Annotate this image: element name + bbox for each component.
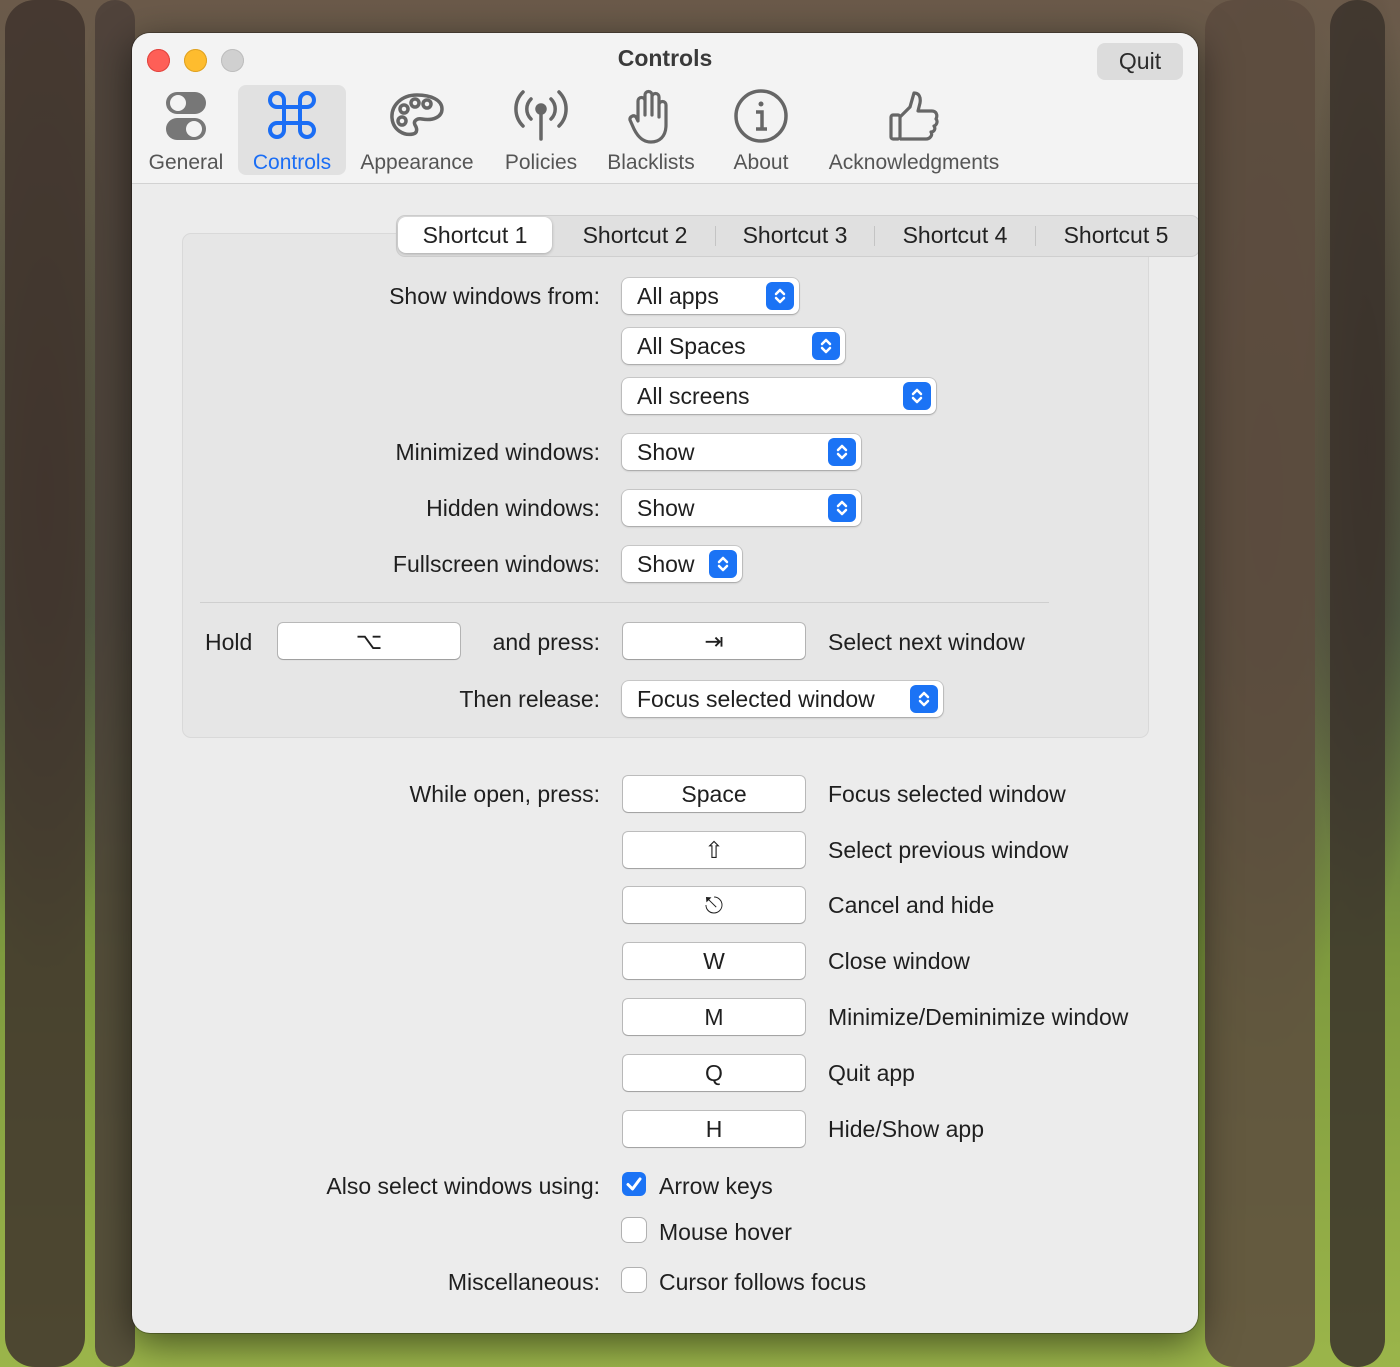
action-label: Minimize/Deminimize window bbox=[828, 1004, 1129, 1030]
background-trunk bbox=[1205, 0, 1315, 1367]
key-shift-field[interactable]: ⇧ bbox=[623, 832, 805, 868]
apps-popup-value: All apps bbox=[637, 283, 719, 309]
tab-shortcut-5[interactable]: Shortcut 5 bbox=[1037, 216, 1195, 256]
hand-icon bbox=[600, 87, 702, 145]
toolbar-blacklists[interactable]: Blacklists bbox=[600, 85, 702, 175]
toolbar-general-label: General bbox=[148, 151, 224, 174]
minimized-windows-value: Show bbox=[637, 439, 695, 465]
toolbar-policies-label: Policies bbox=[504, 151, 578, 174]
quit-button[interactable]: Quit bbox=[1097, 43, 1183, 80]
tab-shortcut-1[interactable]: Shortcut 1 bbox=[398, 217, 552, 253]
preferences-window: Controls Quit General Controls Appearanc… bbox=[132, 33, 1198, 1333]
background-trunk bbox=[95, 0, 135, 1367]
mouse-hover-label: Mouse hover bbox=[659, 1219, 792, 1245]
miscellaneous-label: Miscellaneous: bbox=[447, 1269, 600, 1295]
key-escape-field[interactable]: ⎋ bbox=[623, 887, 805, 923]
also-select-label: Also select windows using: bbox=[326, 1173, 600, 1199]
fullscreen-windows-value: Show bbox=[637, 551, 695, 577]
checkmark-icon bbox=[626, 1177, 642, 1191]
key-q-field[interactable]: Q bbox=[623, 1055, 805, 1091]
tab-shortcut-3[interactable]: Shortcut 3 bbox=[717, 216, 873, 256]
hidden-windows-value: Show bbox=[637, 495, 695, 521]
background-trunk bbox=[1330, 0, 1385, 1367]
toolbar-blacklists-label: Blacklists bbox=[607, 151, 695, 174]
window-title: Controls bbox=[617, 45, 713, 71]
command-icon bbox=[238, 87, 346, 145]
action-label: Focus selected window bbox=[828, 781, 1066, 807]
toggle-icon bbox=[142, 87, 230, 145]
tab-shortcut-2[interactable]: Shortcut 2 bbox=[557, 216, 713, 256]
while-open-label: While open, press: bbox=[409, 781, 600, 807]
screens-popup[interactable]: All screens bbox=[622, 378, 936, 414]
arrow-keys-checkbox[interactable] bbox=[622, 1172, 646, 1196]
minimized-windows-label: Minimized windows: bbox=[395, 439, 600, 465]
spaces-popup-value: All Spaces bbox=[637, 333, 746, 359]
background-trunk bbox=[5, 0, 85, 1367]
toolbar-policies[interactable]: Policies bbox=[496, 85, 586, 175]
tab-divider bbox=[1035, 226, 1036, 246]
fullscreen-windows-label: Fullscreen windows: bbox=[392, 551, 600, 577]
action-label: Quit app bbox=[828, 1060, 915, 1086]
then-release-popup[interactable]: Focus selected window bbox=[622, 681, 943, 717]
select-next-window-label: Select next window bbox=[828, 629, 1025, 655]
tab-shortcut-4[interactable]: Shortcut 4 bbox=[876, 216, 1034, 256]
hidden-windows-label: Hidden windows: bbox=[426, 495, 600, 521]
titlebar: Controls Quit General Controls Appearanc… bbox=[132, 33, 1198, 184]
toolbar-appearance[interactable]: Appearance bbox=[354, 85, 480, 175]
toolbar-about-label: About bbox=[733, 151, 789, 174]
minimized-windows-popup[interactable]: Show bbox=[622, 434, 861, 470]
key-space-field[interactable]: Space bbox=[623, 776, 805, 812]
screens-popup-value: All screens bbox=[637, 383, 750, 409]
chevron-up-down-icon bbox=[828, 438, 856, 466]
toolbar-about[interactable]: About bbox=[722, 85, 800, 175]
chevron-up-down-icon bbox=[903, 382, 931, 410]
key-w-field[interactable]: W bbox=[623, 943, 805, 979]
action-label: Cancel and hide bbox=[828, 892, 995, 918]
chevron-up-down-icon bbox=[910, 685, 938, 713]
key-h-field[interactable]: H bbox=[623, 1111, 805, 1147]
shortcut-tabs: Shortcut 1 Shortcut 2 Shortcut 3 Shortcu… bbox=[396, 215, 1198, 257]
cursor-follows-focus-checkbox[interactable] bbox=[622, 1268, 646, 1292]
chevron-up-down-icon bbox=[812, 332, 840, 360]
apps-popup[interactable]: All apps bbox=[622, 278, 799, 314]
antenna-icon bbox=[496, 87, 586, 145]
chevron-up-down-icon bbox=[828, 494, 856, 522]
action-label: Close window bbox=[828, 948, 970, 974]
tab-divider bbox=[715, 226, 716, 246]
then-release-label: Then release: bbox=[459, 686, 600, 712]
and-press-label: and press: bbox=[492, 629, 600, 655]
mouse-hover-checkbox[interactable] bbox=[622, 1218, 646, 1242]
toolbar-controls-label: Controls bbox=[252, 151, 332, 174]
chevron-up-down-icon bbox=[709, 550, 737, 578]
toolbar-acknowledgments[interactable]: Acknowledgments bbox=[818, 85, 1010, 175]
toolbar-controls[interactable]: Controls bbox=[238, 85, 346, 175]
toolbar-acknowledgments-label: Acknowledgments bbox=[828, 151, 1000, 174]
chevron-up-down-icon bbox=[766, 282, 794, 310]
fullscreen-windows-popup[interactable]: Show bbox=[622, 546, 742, 582]
hold-key-field[interactable]: ⌥ bbox=[278, 623, 460, 659]
cursor-follows-focus-label: Cursor follows focus bbox=[659, 1269, 867, 1295]
action-label: Hide/Show app bbox=[828, 1116, 984, 1142]
tab-divider bbox=[874, 226, 875, 246]
hidden-windows-popup[interactable]: Show bbox=[622, 490, 861, 526]
hold-label: Hold bbox=[205, 629, 253, 655]
arrow-keys-label: Arrow keys bbox=[659, 1173, 773, 1199]
separator bbox=[200, 602, 1049, 603]
thumbs-up-icon bbox=[818, 87, 1010, 145]
then-release-value: Focus selected window bbox=[637, 686, 875, 712]
toolbar-general[interactable]: General bbox=[142, 85, 230, 175]
show-windows-from-label: Show windows from: bbox=[389, 283, 600, 309]
spaces-popup[interactable]: All Spaces bbox=[622, 328, 845, 364]
toolbar-appearance-label: Appearance bbox=[360, 151, 474, 174]
key-m-field[interactable]: M bbox=[623, 999, 805, 1035]
palette-icon bbox=[354, 87, 480, 145]
info-icon bbox=[722, 87, 800, 145]
press-key-field[interactable]: ⇥ bbox=[623, 623, 805, 659]
action-label: Select previous window bbox=[828, 837, 1069, 863]
